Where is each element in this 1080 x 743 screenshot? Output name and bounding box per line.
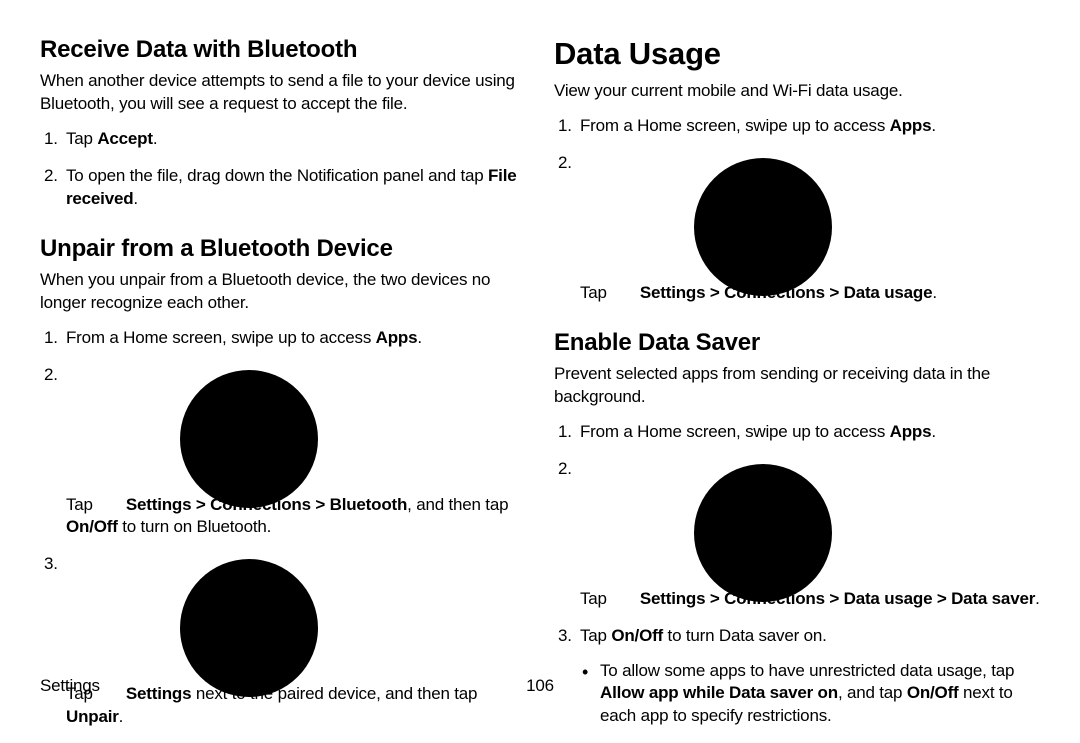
step-text: .: [932, 283, 937, 302]
bold-text: On/Off: [66, 517, 118, 536]
step-text: Tap: [580, 283, 611, 302]
heading-unpair: Unpair from a Bluetooth Device: [40, 235, 526, 263]
step-text: .: [153, 129, 158, 148]
settings-gear-icon: [99, 364, 119, 384]
step-text: To open the file, drag down the Notifica…: [66, 166, 488, 185]
step-text: to turn Data saver on.: [663, 626, 827, 645]
left-column: Receive Data with Bluetooth When another…: [40, 36, 526, 743]
settings-gear-outline-icon: [99, 553, 119, 573]
unpair-steps: From a Home screen, swipe up to access A…: [40, 327, 526, 730]
unpair-intro: When you unpair from a Bluetooth device,…: [40, 269, 526, 315]
step-text: .: [1035, 589, 1040, 608]
step-text: From a Home screen, swipe up to access: [580, 116, 890, 135]
footer-section: Settings: [40, 676, 100, 696]
step-text: Tap: [66, 495, 97, 514]
bold-text: Apps: [376, 328, 418, 347]
step-text: .: [119, 707, 124, 726]
receive-steps: Tap Accept. To open the file, drag down …: [40, 128, 526, 211]
page-footer: Settings 106: [40, 676, 1040, 696]
step-text: Tap: [580, 626, 611, 645]
bold-text: On/Off: [611, 626, 663, 645]
bold-text: Unpair: [66, 707, 119, 726]
list-item: Tap Settings > Connections > Data usage …: [554, 458, 1040, 611]
step-text: .: [417, 328, 422, 347]
bold-text: Settings > Connections > Data usage > Da…: [640, 589, 1035, 608]
data-usage-intro: View your current mobile and Wi-Fi data …: [554, 80, 1040, 103]
bold-text: Settings > Connections > Data usage: [640, 283, 932, 302]
data-saver-intro: Prevent selected apps from sending or re…: [554, 363, 1040, 409]
step-text: .: [931, 422, 936, 441]
step-text: From a Home screen, swipe up to access: [580, 422, 890, 441]
step-text: .: [931, 116, 936, 135]
list-item: Tap Settings > Connections > Data usage.: [554, 152, 1040, 305]
step-text: to turn on Bluetooth.: [118, 517, 271, 536]
heading-receive-data: Receive Data with Bluetooth: [40, 36, 526, 64]
bold-text: Settings > Connections > Bluetooth: [126, 495, 407, 514]
bold-text: Accept: [97, 129, 153, 148]
heading-data-usage: Data Usage: [554, 36, 1040, 72]
list-item: From a Home screen, swipe up to access A…: [40, 327, 526, 350]
list-item: Tap Settings > Connections > Bluetooth, …: [40, 364, 526, 540]
bold-text: Apps: [890, 422, 932, 441]
list-item: Tap Accept.: [40, 128, 526, 151]
bold-text: Apps: [890, 116, 932, 135]
step-text: Tap: [66, 129, 97, 148]
step-text: .: [133, 189, 138, 208]
step-text: Tap: [580, 589, 611, 608]
step-text: From a Home screen, swipe up to access: [66, 328, 376, 347]
right-column: Data Usage View your current mobile and …: [554, 36, 1040, 743]
settings-gear-icon: [613, 458, 633, 478]
settings-gear-icon: [613, 152, 633, 172]
list-item: Tap Settings next to the paired device, …: [40, 553, 526, 729]
step-text: , and then tap: [407, 495, 508, 514]
list-item: From a Home screen, swipe up to access A…: [554, 421, 1040, 444]
list-item: From a Home screen, swipe up to access A…: [554, 115, 1040, 138]
data-usage-steps: From a Home screen, swipe up to access A…: [554, 115, 1040, 305]
footer-page-number: 106: [526, 676, 554, 696]
heading-data-saver: Enable Data Saver: [554, 329, 1040, 357]
list-item: To open the file, drag down the Notifica…: [40, 165, 526, 211]
receive-intro: When another device attempts to send a f…: [40, 70, 526, 116]
